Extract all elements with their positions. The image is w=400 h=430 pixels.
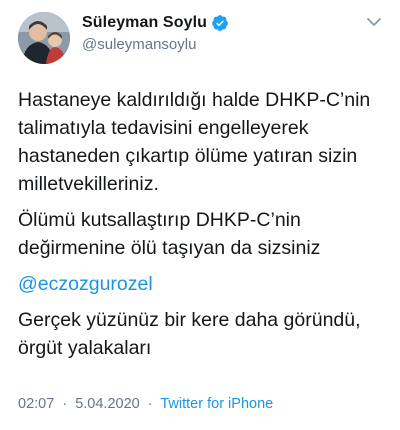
text-line: talimatıyla tedavisini engelleyerek: [18, 117, 309, 139]
tweet-card: Süleyman Soylu @suleymansoylu Hastaneye …: [0, 0, 400, 430]
mention-link[interactable]: @eczozgurozel: [18, 270, 388, 298]
tweet-text: Hastaneye kaldırıldığı halde DHKP-C’nin …: [18, 86, 388, 362]
text-line: örgüt yalakaları: [18, 337, 152, 359]
meta-separator: ·: [147, 396, 153, 412]
tweet-source-link[interactable]: Twitter for iPhone: [160, 396, 273, 412]
tweet-date[interactable]: 5.04.2020: [75, 396, 140, 412]
meta-separator: ·: [62, 396, 68, 412]
tweet-time[interactable]: 02:07: [18, 396, 54, 412]
avatar[interactable]: [18, 12, 70, 64]
text-line: milletvekilleriniz.: [18, 173, 159, 195]
tweet-paragraph: Hastaneye kaldırıldığı halde DHKP-C’nin …: [18, 86, 388, 198]
author-name-row[interactable]: Süleyman Soylu: [82, 12, 229, 34]
chevron-down-icon[interactable]: [364, 12, 384, 32]
text-line: Hastaneye kaldırıldığı halde DHKP-C’nin: [18, 89, 371, 111]
tweet-meta: 02:07 · 5.04.2020 · Twitter for iPhone: [18, 396, 273, 412]
text-line: hastaneden çıkartıp ölüme yatıran sizin: [18, 145, 358, 167]
author-block: Süleyman Soylu @suleymansoylu: [82, 12, 229, 53]
text-line: Ölümü kutsallaştırıp DHKP-C’nin: [18, 209, 301, 231]
text-line: Gerçek yüzünüz bir kere daha göründü,: [18, 309, 361, 331]
author-handle[interactable]: @suleymansoylu: [82, 36, 229, 53]
tweet-paragraph: @eczozgurozel: [18, 270, 388, 298]
display-name[interactable]: Süleyman Soylu: [82, 14, 207, 32]
text-line: değirmenine ölü taşıyan da sizsiniz: [18, 237, 321, 259]
verified-badge-icon: [211, 14, 229, 32]
tweet-paragraph: Ölümü kutsallaştırıp DHKP-C’nin değirmen…: [18, 206, 388, 262]
profile-photo-icon: [18, 12, 70, 64]
tweet-paragraph: Gerçek yüzünüz bir kere daha göründü, ör…: [18, 306, 388, 362]
